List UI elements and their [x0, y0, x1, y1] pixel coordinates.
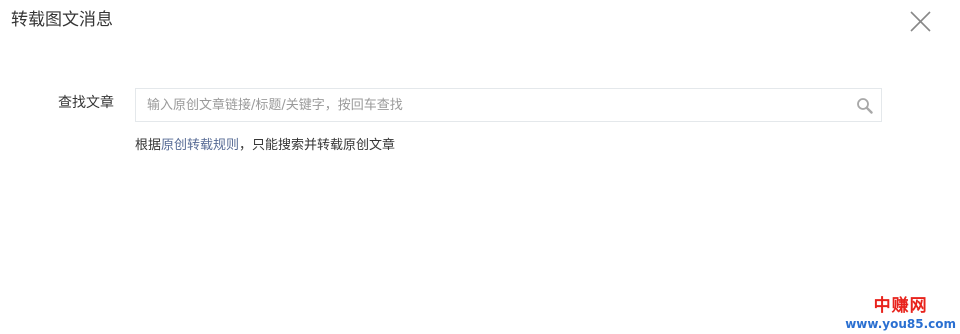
repost-rule-hint: 根据原创转载规则，只能搜索并转载原创文章 — [135, 136, 395, 156]
dialog-title: 转载图文消息 — [11, 10, 113, 30]
repost-rules-link[interactable]: 原创转载规则 — [161, 138, 239, 153]
watermark-name: 中赚网 — [873, 296, 928, 316]
watermark-url: www.you85.com — [845, 317, 956, 331]
search-input[interactable] — [136, 89, 846, 121]
hint-prefix: 根据 — [135, 138, 162, 153]
search-icon[interactable] — [856, 97, 873, 114]
close-icon[interactable] — [905, 6, 935, 36]
site-watermark: 中赚网 www.you85.com — [845, 296, 956, 331]
repost-article-dialog: 转载图文消息 查找文章 根据原创转载规则，只能搜索并转载原创文章 中赚网 www… — [0, 0, 960, 334]
hint-suffix: ，只能搜索并转载原创文章 — [239, 138, 396, 153]
close-button[interactable] — [905, 6, 935, 36]
search-field-label: 查找文章 — [58, 95, 114, 111]
search-box[interactable] — [135, 88, 882, 122]
